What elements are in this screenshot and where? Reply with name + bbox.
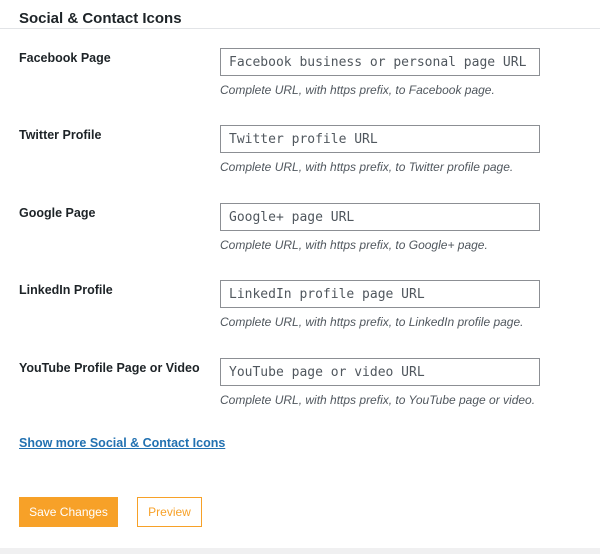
linkedin-profile-row: LinkedIn Profile Complete URL, with http…: [0, 280, 600, 350]
linkedin-profile-help: Complete URL, with https prefix, to Link…: [220, 315, 524, 329]
google-page-help: Complete URL, with https prefix, to Goog…: [220, 238, 488, 252]
google-page-input[interactable]: [220, 203, 540, 231]
twitter-profile-label: Twitter Profile: [19, 128, 102, 142]
show-more-icons-link[interactable]: Show more Social & Contact Icons: [19, 435, 225, 451]
twitter-profile-input[interactable]: [220, 125, 540, 153]
twitter-profile-row: Twitter Profile Complete URL, with https…: [0, 125, 600, 195]
section-title: Social & Contact Icons: [19, 10, 182, 27]
youtube-profile-row: YouTube Profile Page or Video Complete U…: [0, 358, 600, 428]
section-divider: [0, 28, 600, 29]
twitter-profile-help: Complete URL, with https prefix, to Twit…: [220, 160, 514, 174]
youtube-profile-label: YouTube Profile Page or Video: [19, 361, 200, 375]
preview-button[interactable]: Preview: [137, 497, 202, 527]
page-footer-strip: [0, 548, 600, 554]
linkedin-profile-input[interactable]: [220, 280, 540, 308]
save-changes-button[interactable]: Save Changes: [19, 497, 118, 527]
google-page-label: Google Page: [19, 206, 96, 220]
facebook-page-help: Complete URL, with https prefix, to Face…: [220, 83, 495, 97]
youtube-profile-help: Complete URL, with https prefix, to YouT…: [220, 393, 536, 407]
facebook-page-input[interactable]: [220, 48, 540, 76]
facebook-page-label: Facebook Page: [19, 51, 111, 65]
linkedin-profile-label: LinkedIn Profile: [19, 283, 113, 297]
facebook-page-row: Facebook Page Complete URL, with https p…: [0, 48, 600, 118]
google-page-row: Google Page Complete URL, with https pre…: [0, 203, 600, 273]
youtube-profile-input[interactable]: [220, 358, 540, 386]
